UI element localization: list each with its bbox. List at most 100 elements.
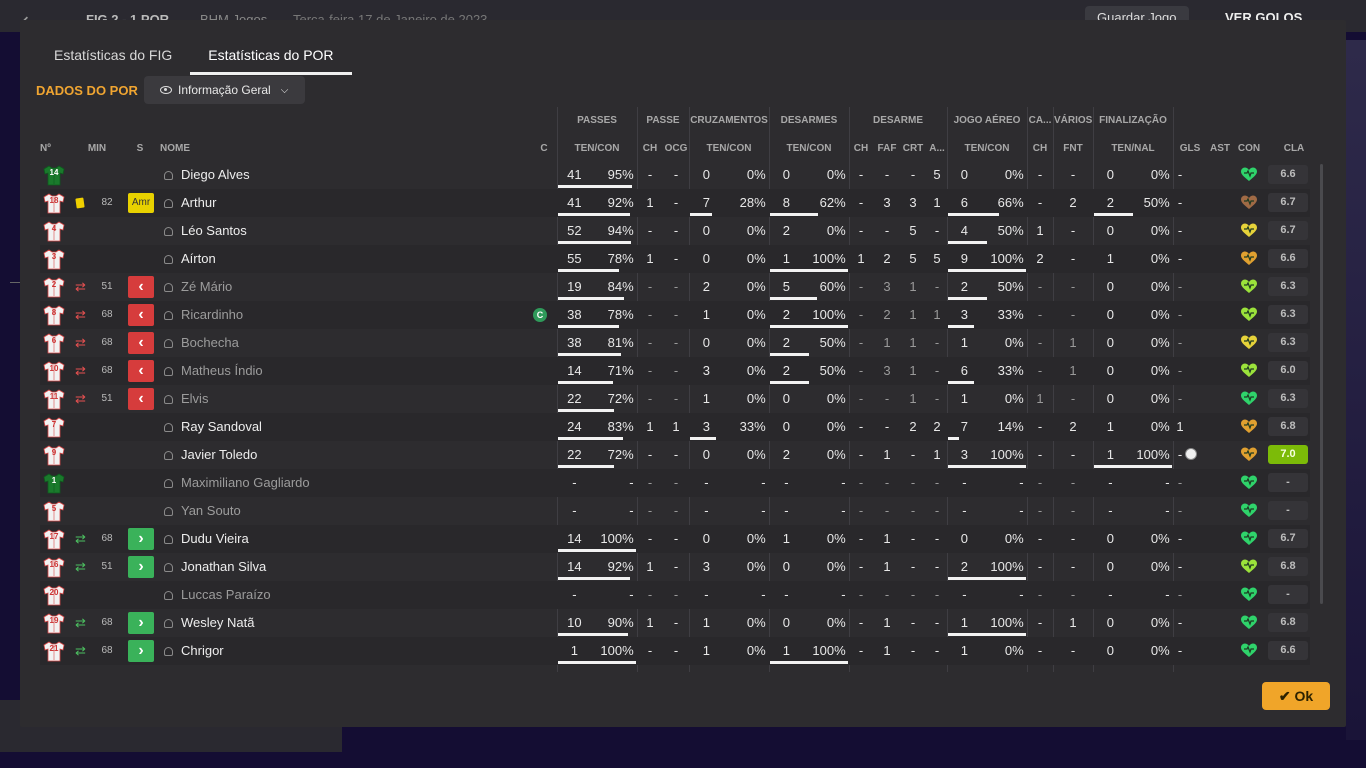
stat-attempts: 0 <box>960 167 968 182</box>
stat-attempts: - <box>572 587 577 602</box>
player-name-text: Aírton <box>181 251 216 266</box>
table-row[interactable]: 11 ⇄ 51 ‹ Elvis 22 72% - -1 0% 0 0% - -1-1 0% 1-0 0% -6.3 <box>40 385 1310 413</box>
tab-fig-stats[interactable]: Estatísticas do FIG <box>36 38 190 75</box>
player-name[interactable]: Bochecha <box>164 329 239 357</box>
stat-attempts: 1 <box>960 643 968 658</box>
stat-value: - <box>858 167 864 182</box>
yellow-card-icon <box>75 197 85 209</box>
shirt-number: 11 <box>49 392 59 401</box>
stat-bar <box>558 269 619 272</box>
stat-bar <box>948 633 1026 636</box>
player-name[interactable]: Ricardinho <box>164 301 243 329</box>
sub-on-icon: ⇄ <box>75 559 86 574</box>
stat-percent: 0% <box>1150 615 1170 630</box>
stat-attempts: 0 <box>1106 307 1114 322</box>
tab-por-stats[interactable]: Estatísticas do POR <box>190 38 352 75</box>
stat-value: - <box>858 587 864 602</box>
stat-value: - <box>1070 391 1076 406</box>
stat-value: 2 <box>909 419 917 434</box>
stat-value: 5 <box>933 251 941 266</box>
stat-percent: 0% <box>746 167 766 182</box>
stat-value: - <box>934 475 940 490</box>
player-name[interactable]: Luccas Paraízo <box>164 581 271 609</box>
sub-off-icon: ⇄ <box>75 279 86 294</box>
stat-bar <box>1094 213 1133 216</box>
table-row[interactable]: 4 Léo Santos 52 94% - -0 0% 2 0% - -5-4 50% 1-0 0% -6.… <box>40 217 1310 245</box>
table-row[interactable]: 21 ⇄ 68 › Chrigor 1 100% - -1 0% 1 100% -1- -1 0% - -0 0%… <box>40 637 1310 665</box>
stat-value: - <box>858 615 864 630</box>
player-name[interactable]: Chrigor <box>164 637 224 665</box>
stat-percent: 0% <box>1004 531 1024 546</box>
player-name[interactable]: Ray Sandoval <box>164 413 262 441</box>
player-name[interactable]: Yan Souto <box>164 497 241 525</box>
table-row[interactable]: 9 Javier Toledo 22 72% - -0 0% 2 0% -1-1 3 100% - -1 1… <box>40 441 1310 469</box>
stat-value: - <box>934 391 940 406</box>
player-name[interactable]: Elvis <box>164 385 208 413</box>
stat-bar <box>558 381 614 384</box>
table-row[interactable]: 8 ⇄ 68 ‹ Ricardinho C 38 78% - -1 0% 2 100% -2 1 1 3 33% -… <box>40 301 1310 329</box>
minute-value: 68 <box>101 337 113 348</box>
stat-bar <box>948 241 987 244</box>
player-name[interactable]: Diego Alves <box>164 161 250 189</box>
stat-value: - <box>673 363 679 378</box>
shirt-number: 7 <box>51 420 57 429</box>
stat-value: - <box>910 643 916 658</box>
player-name[interactable]: Matheus Índio <box>164 357 263 385</box>
scrollbar[interactable] <box>1320 164 1323 604</box>
table-row[interactable]: 17 ⇄ 68 › Dudu Vieira 14 100% - -0 0% 1 0% -1- -0 0% - -… <box>40 525 1310 553</box>
ok-button[interactable]: ✔ Ok <box>1262 682 1330 710</box>
stat-value: 2 <box>883 251 891 266</box>
table-row[interactable]: 6 ⇄ 68 ‹ Bochecha 38 81% - -0 0% 2 50% -1 1-1 0% -1 0 0% -… <box>40 329 1310 357</box>
stat-percent: 0% <box>1150 307 1170 322</box>
player-icon <box>164 451 173 460</box>
stat-attempts: - <box>1108 587 1113 602</box>
stat-attempts: 2 <box>702 279 710 294</box>
minute-value: 68 <box>101 645 113 656</box>
table-row[interactable]: 16 ⇄ 51 › Jonathan Silva 14 92% 1-3 0% 0 0% -1- -2 10… <box>40 553 1310 581</box>
stat-value: 1 <box>909 335 917 350</box>
table-row[interactable]: 20 Luccas Paraízo - - - - - - - - - - - - - - - - - - - - <box>40 581 1310 609</box>
stat-value: - <box>673 559 679 574</box>
player-name[interactable]: Jonathan Silva <box>164 553 266 581</box>
table-row[interactable]: 5 Yan Souto - - - - - - - - - - - - - - - - - - - - <box>40 497 1310 525</box>
stat-value: - <box>647 447 653 462</box>
info-dropdown[interactable]: Informação Geral ⌵ <box>144 76 305 104</box>
table-row[interactable]: 7 Ray Sandoval 24 83% 1 1 3 33% 0 0% - -2 2 7 14% -2 1 0%… <box>40 413 1310 441</box>
stat-value: - <box>647 279 653 294</box>
stat-percent: 0% <box>1004 167 1024 182</box>
table-row[interactable]: 3 Aírton 55 78% 1-0 0% 1 100% 1 2 5 5 9 100% 2-1 0% -6.6 <box>40 245 1310 273</box>
stat-attempts: 1 <box>1106 419 1114 434</box>
player-name[interactable]: Maximiliano Gagliardo <box>164 469 310 497</box>
player-name[interactable]: Arthur <box>164 189 216 217</box>
player-name[interactable]: Wesley Natã <box>164 609 254 637</box>
stat-value: - <box>884 587 890 602</box>
player-name[interactable]: Léo Santos <box>164 217 247 245</box>
rating-badge: 6.6 <box>1268 249 1308 268</box>
stat-value: 1 <box>1036 223 1044 238</box>
player-name[interactable]: Aírton <box>164 245 216 273</box>
player-name[interactable]: Zé Mário <box>164 273 232 301</box>
column-header-s: S <box>136 143 144 154</box>
table-row[interactable]: 19 ⇄ 68 › Wesley Natã 10 90% 1-1 0% 0 0% -1- -1 100% -… <box>40 609 1310 637</box>
stat-percent: - <box>1165 587 1170 602</box>
minute-value: 68 <box>101 533 113 544</box>
stat-percent: 0% <box>746 335 766 350</box>
table-row[interactable]: 18 82 Amr Arthur 41 92% 1-7 28% 8 62% -3 3 1 6 66% -2 2 5… <box>40 189 1310 217</box>
table-row[interactable]: 1 Maximiliano Gagliardo - - - - - - - - - - - - - - - - - -… <box>40 469 1310 497</box>
rating-badge: 6.7 <box>1268 529 1308 548</box>
table-row[interactable]: 2 ⇄ 51 ‹ Zé Mário 19 84% - -2 0% 5 60% -3 1-2 50% - -0 0%… <box>40 273 1310 301</box>
stat-attempts: 1 <box>960 335 968 350</box>
table-row[interactable]: 14 Diego Alves 41 95% - -0 0% 0 0% - - -5 0 0% - -0 0% -6… <box>40 161 1310 189</box>
stat-value: - <box>1070 279 1076 294</box>
player-name[interactable]: Javier Toledo <box>164 441 257 469</box>
stat-value: 1 <box>909 363 917 378</box>
stat-value: - <box>673 587 679 602</box>
stat-value: - <box>1037 615 1043 630</box>
table-row[interactable]: 10 ⇄ 68 ‹ Matheus Índio 14 71% - -3 0% 2 50% -3 1-6 33… <box>40 357 1310 385</box>
sub-out-badge: ‹ <box>128 332 154 354</box>
player-name[interactable]: Dudu Vieira <box>164 525 249 553</box>
sub-in-badge: › <box>128 528 154 550</box>
stat-value: - <box>884 167 890 182</box>
stat-attempts: 0 <box>1106 391 1114 406</box>
column-header-name: NOME <box>160 143 190 154</box>
